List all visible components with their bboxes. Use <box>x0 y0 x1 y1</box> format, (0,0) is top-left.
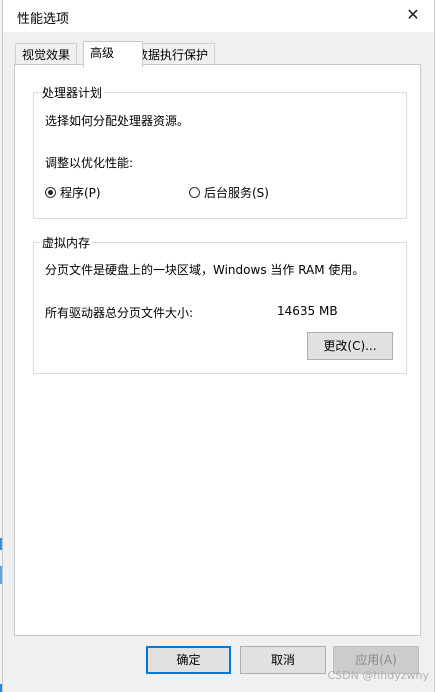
virtual-memory-description: 分页文件是硬盘上的一块区域，Windows 当作 RAM 使用。 <box>45 263 365 277</box>
advanced-tab-panel: 处理器计划 选择如何分配处理器资源。 调整以优化性能: 程序(P) 后台服务(S… <box>14 64 421 636</box>
background-services-radio[interactable]: 后台服务(S) <box>189 184 269 201</box>
performance-options-dialog: 性能选项 ✕ 视觉效果 高级 数据执行保护 处理器计划 选择如何分配处理器资源。… <box>2 0 435 692</box>
tab-advanced[interactable]: 高级 <box>83 41 143 67</box>
background-services-radio-label: 后台服务(S) <box>204 186 269 200</box>
total-paging-file-value: 14635 MB <box>277 304 338 318</box>
csdn-watermark: CSDN @hhdyzwhy <box>327 669 429 682</box>
processor-description: 选择如何分配处理器资源。 <box>45 114 190 128</box>
virtual-memory-legend: 虚拟内存 <box>40 234 93 251</box>
processor-scheduling-legend: 处理器计划 <box>40 84 105 101</box>
title-bar: 性能选项 ✕ <box>3 0 434 32</box>
total-paging-file-label: 所有驱动器总分页文件大小: <box>45 306 194 320</box>
radio-selected-icon <box>45 187 56 198</box>
window-title: 性能选项 <box>17 12 70 27</box>
programs-radio-label: 程序(P) <box>60 186 101 200</box>
ok-button[interactable]: 确定 <box>146 646 231 674</box>
adjust-performance-label: 调整以优化性能: <box>45 156 134 170</box>
tab-visual-effects[interactable]: 视觉效果 <box>15 43 78 66</box>
processor-scheduling-group: 处理器计划 选择如何分配处理器资源。 调整以优化性能: 程序(P) 后台服务(S… <box>33 84 407 219</box>
virtual-memory-group: 虚拟内存 分页文件是硬盘上的一块区域，Windows 当作 RAM 使用。 所有… <box>33 234 407 374</box>
close-icon[interactable]: ✕ <box>400 4 426 26</box>
change-virtual-memory-button[interactable]: 更改(C)... <box>307 332 393 360</box>
radio-unselected-icon <box>189 187 200 198</box>
programs-radio[interactable]: 程序(P) <box>45 184 101 201</box>
cancel-button[interactable]: 取消 <box>240 646 326 674</box>
